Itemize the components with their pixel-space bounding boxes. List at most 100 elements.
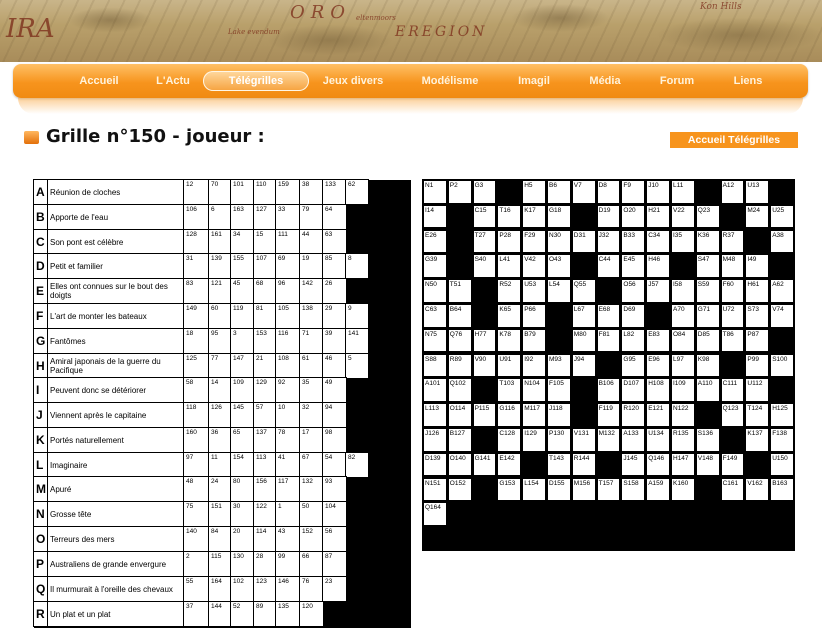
answer-cell[interactable]: 78 (275, 427, 301, 453)
answer-cell[interactable]: 81 (253, 303, 277, 329)
answer-cell[interactable]: 65 (230, 427, 255, 453)
grid-cell[interactable]: Q123 (720, 403, 745, 427)
grid-cell[interactable]: S136 (695, 428, 720, 452)
answer-cell[interactable]: 36 (208, 427, 232, 453)
answer-cell[interactable]: 52 (230, 601, 255, 627)
grid-cell[interactable]: D107 (621, 378, 646, 402)
grid-cell[interactable]: H5 (522, 180, 546, 204)
answer-cell[interactable]: 26 (322, 278, 347, 304)
grid-cell[interactable]: F149 (720, 452, 745, 477)
grid-cell[interactable]: A70 (671, 304, 695, 328)
answer-cell[interactable]: 87 (322, 551, 347, 577)
answer-cell[interactable]: 147 (230, 353, 255, 379)
grid-cell[interactable]: L154 (522, 477, 546, 502)
grid-cell[interactable]: R52 (497, 279, 522, 303)
answer-cell[interactable]: 113 (253, 452, 277, 478)
grid-cell[interactable]: R144 (571, 452, 596, 477)
grid-cell[interactable]: J32 (596, 229, 621, 254)
grid-cell[interactable]: K137 (745, 428, 770, 452)
answer-cell[interactable]: 118 (183, 402, 210, 428)
answer-cell[interactable]: 125 (183, 353, 210, 379)
grid-cell[interactable]: N122 (671, 403, 695, 427)
answer-cell[interactable]: 95 (208, 328, 232, 354)
grid-cell[interactable]: I129 (522, 428, 546, 452)
answer-cell[interactable]: 164 (208, 576, 232, 602)
grid-cell[interactable]: K160 (671, 477, 695, 502)
grid-cell[interactable]: Q76 (447, 328, 472, 353)
grid-cell[interactable]: C63 (423, 304, 447, 328)
grid-cell[interactable]: I109 (671, 378, 695, 402)
answer-cell[interactable]: 9 (345, 303, 369, 329)
grid-cell[interactable]: R120 (621, 403, 646, 427)
answer-cell[interactable]: 50 (299, 501, 324, 527)
answer-cell[interactable]: 56 (322, 526, 347, 552)
answer-cell[interactable]: 130 (230, 551, 255, 577)
answer-cell[interactable]: 110 (253, 179, 277, 205)
answer-cell[interactable]: 69 (275, 253, 301, 279)
grid-cell[interactable]: T143 (547, 452, 571, 477)
grid-cell[interactable]: J10 (646, 180, 670, 204)
grid-cell[interactable]: H61 (745, 279, 770, 303)
answer-cell[interactable]: 20 (230, 526, 255, 552)
answer-cell[interactable]: 96 (275, 278, 301, 304)
grid-cell[interactable]: M48 (720, 254, 745, 278)
answer-cell[interactable]: 79 (299, 204, 324, 230)
answer-cell[interactable]: 89 (253, 601, 277, 627)
grid-cell[interactable]: P28 (497, 229, 522, 254)
grid-cell[interactable]: K36 (695, 229, 720, 254)
grid-cell[interactable]: F119 (596, 403, 621, 427)
answer-cell[interactable]: 19 (299, 253, 324, 279)
answer-cell[interactable]: 34 (230, 229, 255, 255)
grid-cell[interactable]: G39 (423, 254, 447, 278)
answer-cell[interactable]: 55 (183, 576, 210, 602)
grid-cell[interactable]: E142 (497, 452, 522, 477)
grid-cell[interactable]: T103 (497, 378, 522, 402)
grid-cell[interactable]: D155 (547, 477, 571, 502)
answer-cell[interactable]: 67 (299, 452, 324, 478)
grid-cell[interactable]: O114 (447, 403, 472, 427)
grid-cell[interactable]: J57 (646, 279, 670, 303)
grid-cell[interactable]: E96 (646, 353, 670, 378)
grid-cell[interactable]: E26 (423, 229, 447, 254)
grid-cell[interactable]: N75 (423, 328, 447, 353)
grid-cell[interactable]: U112 (745, 378, 770, 402)
grid-cell[interactable]: J126 (423, 428, 447, 452)
answer-cell[interactable]: 1 (275, 501, 301, 527)
grid-cell[interactable]: F29 (522, 229, 546, 254)
answer-cell[interactable]: 31 (183, 253, 210, 279)
answer-cell[interactable]: 58 (183, 377, 210, 403)
grid-cell[interactable]: S47 (695, 254, 720, 278)
grid-cell[interactable]: K17 (522, 204, 546, 229)
answer-cell[interactable]: 85 (322, 253, 347, 279)
answer-cell[interactable]: 84 (208, 526, 232, 552)
answer-cell[interactable]: 152 (299, 526, 324, 552)
grid-cell[interactable]: L67 (571, 304, 596, 328)
answer-cell[interactable]: 149 (183, 303, 210, 329)
grid-cell[interactable]: L82 (621, 328, 646, 353)
grid-cell[interactable]: Q146 (646, 452, 670, 477)
grid-cell[interactable]: S40 (472, 254, 497, 278)
answer-cell[interactable]: 29 (322, 303, 347, 329)
answer-cell[interactable]: 37 (183, 601, 210, 627)
grid-cell[interactable]: A12 (720, 180, 745, 204)
grid-cell[interactable]: R37 (720, 229, 745, 254)
answer-cell[interactable]: 109 (230, 377, 255, 403)
grid-cell[interactable]: S100 (770, 353, 794, 378)
grid-cell[interactable]: K65 (497, 304, 522, 328)
answer-cell[interactable]: 82 (345, 452, 369, 478)
answer-cell[interactable]: 154 (230, 452, 255, 478)
answer-cell[interactable]: 146 (275, 576, 301, 602)
grid-cell[interactable]: O84 (671, 328, 695, 353)
answer-cell[interactable]: 11 (208, 452, 232, 478)
grid-cell[interactable]: Q164 (423, 502, 447, 526)
answer-cell[interactable]: 28 (253, 551, 277, 577)
grid-cell[interactable]: M117 (522, 403, 546, 427)
answer-cell[interactable]: 160 (183, 427, 210, 453)
grid-cell[interactable]: C111 (720, 378, 745, 402)
grid-cell[interactable]: H46 (646, 254, 670, 278)
nav-item-8[interactable]: Liens (715, 64, 781, 98)
answer-cell[interactable]: 18 (183, 328, 210, 354)
grid-cell[interactable]: M80 (571, 328, 596, 353)
answer-cell[interactable]: 21 (253, 353, 277, 379)
grid-cell[interactable]: M132 (596, 428, 621, 452)
